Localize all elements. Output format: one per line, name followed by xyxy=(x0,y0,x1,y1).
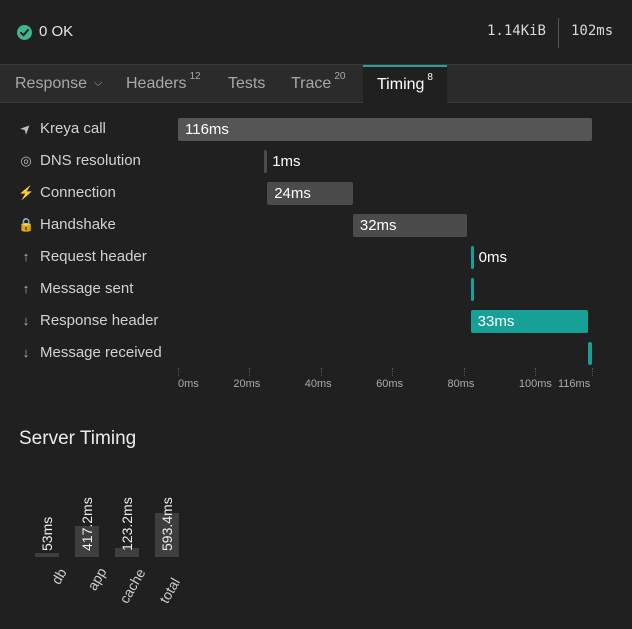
timing-row-text: Message sent xyxy=(40,280,134,297)
server-timing-category: cache xyxy=(116,565,149,607)
axis-tick-label: 100ms xyxy=(518,378,552,390)
timing-row-label: ◎ DNS resolution xyxy=(18,151,141,171)
axis-gridline xyxy=(249,368,251,376)
globe-icon: ◎ xyxy=(20,153,32,168)
axis-tick-label: 60ms xyxy=(376,378,404,390)
timing-row-label: ⚡ Connection xyxy=(18,183,116,203)
axis-tick-label: 40ms xyxy=(304,378,332,390)
check-circle-icon xyxy=(17,25,32,40)
timing-row-text: Response header xyxy=(40,312,159,329)
timing-bar-label: 0ms xyxy=(478,249,507,266)
tab-label: Tests xyxy=(228,75,266,92)
tab-badge: 20 xyxy=(334,71,346,82)
axis-tick-label: 0ms xyxy=(178,378,199,390)
tab-trace[interactable]: Trace 20 xyxy=(291,65,345,102)
timing-row-text: Handshake xyxy=(40,216,116,233)
axis-gridline xyxy=(320,368,322,376)
divider xyxy=(558,18,559,48)
timing-row-label: ➤ Kreya call xyxy=(16,119,106,139)
lock-icon: 🔒 xyxy=(18,217,35,232)
timing-bar xyxy=(470,278,474,301)
arrow-up-icon: ↑ xyxy=(22,249,30,264)
tab-label: Headers xyxy=(126,75,187,92)
arrow-up-icon: ↑ xyxy=(22,281,30,296)
timing-bar xyxy=(588,342,592,365)
timing-bar xyxy=(470,246,474,269)
axis-gridline xyxy=(392,368,394,376)
tab-timing[interactable]: Timing 8 xyxy=(363,65,447,104)
axis-gridline xyxy=(178,368,179,376)
status-bar: 0 OK 1.14KiB 102ms xyxy=(0,0,632,64)
server-timing-value: 123.2ms xyxy=(119,497,135,551)
server-timing-bar xyxy=(35,553,59,557)
tab-response[interactable]: Response ⌵ xyxy=(15,65,102,102)
timing-bar-label: 1ms xyxy=(272,153,301,170)
server-timing-category: total xyxy=(156,575,184,607)
timing-bar-label: 32ms xyxy=(359,217,397,234)
timing-row-label: ↑ Request header xyxy=(18,247,147,267)
send-icon: ➤ xyxy=(16,119,35,138)
tab-badge: 8 xyxy=(427,72,433,83)
timing-bar-label: 33ms xyxy=(477,313,515,330)
timing-row-text: DNS resolution xyxy=(40,152,141,169)
timing-row-label: ↑ Message sent xyxy=(18,279,134,299)
status-text: 0 OK xyxy=(39,23,74,40)
server-timing-category: app xyxy=(83,565,110,594)
tab-headers[interactable]: Headers 12 xyxy=(126,65,201,102)
chevron-down-icon: ⌵ xyxy=(94,77,103,89)
response-duration: 102ms xyxy=(571,23,614,39)
arrow-down-icon: ↓ xyxy=(22,313,30,328)
timing-row-text: Request header xyxy=(40,248,147,265)
arrow-down-icon: ↓ xyxy=(22,345,30,360)
timing-bar xyxy=(178,118,592,141)
axis-tick-label: 20ms xyxy=(233,378,261,390)
timing-row-text: Message received xyxy=(40,344,162,361)
timing-bar-label: 24ms xyxy=(274,185,311,202)
server-timing-value: 417.2ms xyxy=(79,497,95,551)
plug-icon: ⚡ xyxy=(18,185,35,200)
server-timing-value: 593.4ms xyxy=(159,497,175,551)
server-timing-value: 53ms xyxy=(39,516,55,551)
axis-gridline xyxy=(592,368,593,376)
timing-row-text: Kreya call xyxy=(40,120,106,137)
tab-label: Timing xyxy=(377,76,425,93)
tab-badge: 12 xyxy=(189,71,201,82)
tab-label: Response xyxy=(15,75,88,92)
server-timing-category: db xyxy=(47,565,70,587)
timing-bar xyxy=(263,150,268,173)
timing-row-label: ↓ Response header xyxy=(18,311,159,331)
timing-row-text: Connection xyxy=(40,184,116,201)
timing-row-label: ↓ Message received xyxy=(18,343,162,363)
axis-tick-label: 116ms xyxy=(558,378,591,390)
axis-tick-label: 80ms xyxy=(447,378,475,390)
response-size: 1.14KiB xyxy=(486,23,546,39)
tab-bar: Response ⌵ Headers 12 Tests Trace 20 Timing… xyxy=(0,64,632,104)
timing-row-label: 🔒 Handshake xyxy=(18,215,116,235)
tab-tests[interactable]: Tests xyxy=(228,65,265,102)
axis-gridline xyxy=(534,368,536,376)
tab-label: Trace xyxy=(291,75,332,92)
axis-gridline xyxy=(463,368,465,376)
timing-bar-label: 116ms xyxy=(185,121,229,138)
server-timing-title: Server Timing xyxy=(19,428,137,449)
